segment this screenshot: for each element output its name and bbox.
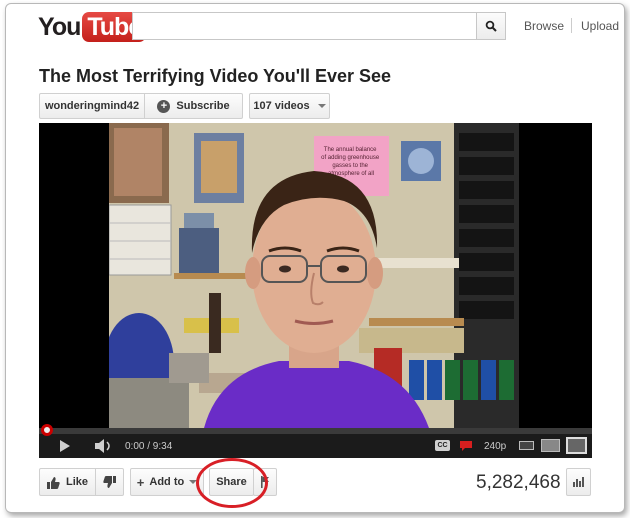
plus-icon: + (157, 99, 171, 113)
channel-videos-dropdown[interactable]: 107 videos (249, 93, 330, 119)
video-title: The Most Terrifying Video You'll Ever Se… (39, 66, 392, 86)
channel-name-button[interactable]: wonderingmind42 (39, 93, 145, 119)
youtube-logo[interactable]: You Tube (38, 12, 147, 42)
time-display: 0:00 / 9:34 (125, 441, 173, 452)
dislike-button[interactable] (96, 468, 124, 496)
quality-selector[interactable]: 240p (484, 441, 506, 452)
player-controls: 0:00 / 9:34 CC 240p (39, 424, 592, 458)
video-still-image: The annual balance of adding greenhouse … (109, 123, 519, 428)
video-player[interactable]: The annual balance of adding greenhouse … (39, 123, 592, 458)
browse-link[interactable]: Browse (524, 19, 564, 33)
logo-you-text: You (38, 12, 81, 41)
fullscreen-icon[interactable] (566, 437, 587, 454)
volume-icon[interactable] (94, 439, 114, 453)
subscribe-button[interactable]: + Subscribe (145, 93, 243, 119)
chevron-down-icon (317, 104, 326, 108)
progress-scrubber[interactable] (41, 424, 53, 436)
annotations-icon[interactable] (459, 440, 473, 452)
add-to-button[interactable]: + Add to (130, 468, 204, 496)
large-player-icon[interactable] (541, 439, 560, 452)
play-icon[interactable] (59, 439, 71, 453)
captions-label: CC (437, 442, 448, 449)
view-count: 5,282,468 (476, 472, 561, 493)
bar-chart-icon (572, 477, 584, 487)
add-to-label: Add to (149, 476, 185, 488)
share-highlight-circle (196, 458, 268, 508)
progress-bar[interactable] (39, 424, 592, 436)
subscribe-label: Subscribe (176, 100, 230, 112)
header-divider (571, 18, 572, 33)
channel-name: wonderingmind42 (44, 100, 140, 112)
video-frame: The annual balance of adding greenhouse … (109, 123, 519, 428)
captions-icon[interactable]: CC (435, 440, 450, 451)
like-label: Like (65, 476, 88, 488)
like-button[interactable]: Like (39, 468, 96, 496)
small-player-icon[interactable] (519, 441, 534, 450)
thumbs-up-icon (46, 476, 60, 489)
stats-button[interactable] (566, 468, 591, 496)
videos-count-label: 107 videos (253, 100, 310, 112)
thumbs-down-icon (103, 475, 116, 488)
search-input[interactable] (132, 12, 477, 40)
add-icon: + (136, 474, 145, 490)
upload-link[interactable]: Upload (581, 19, 619, 33)
search-icon (485, 20, 497, 32)
search-button[interactable] (476, 12, 506, 40)
